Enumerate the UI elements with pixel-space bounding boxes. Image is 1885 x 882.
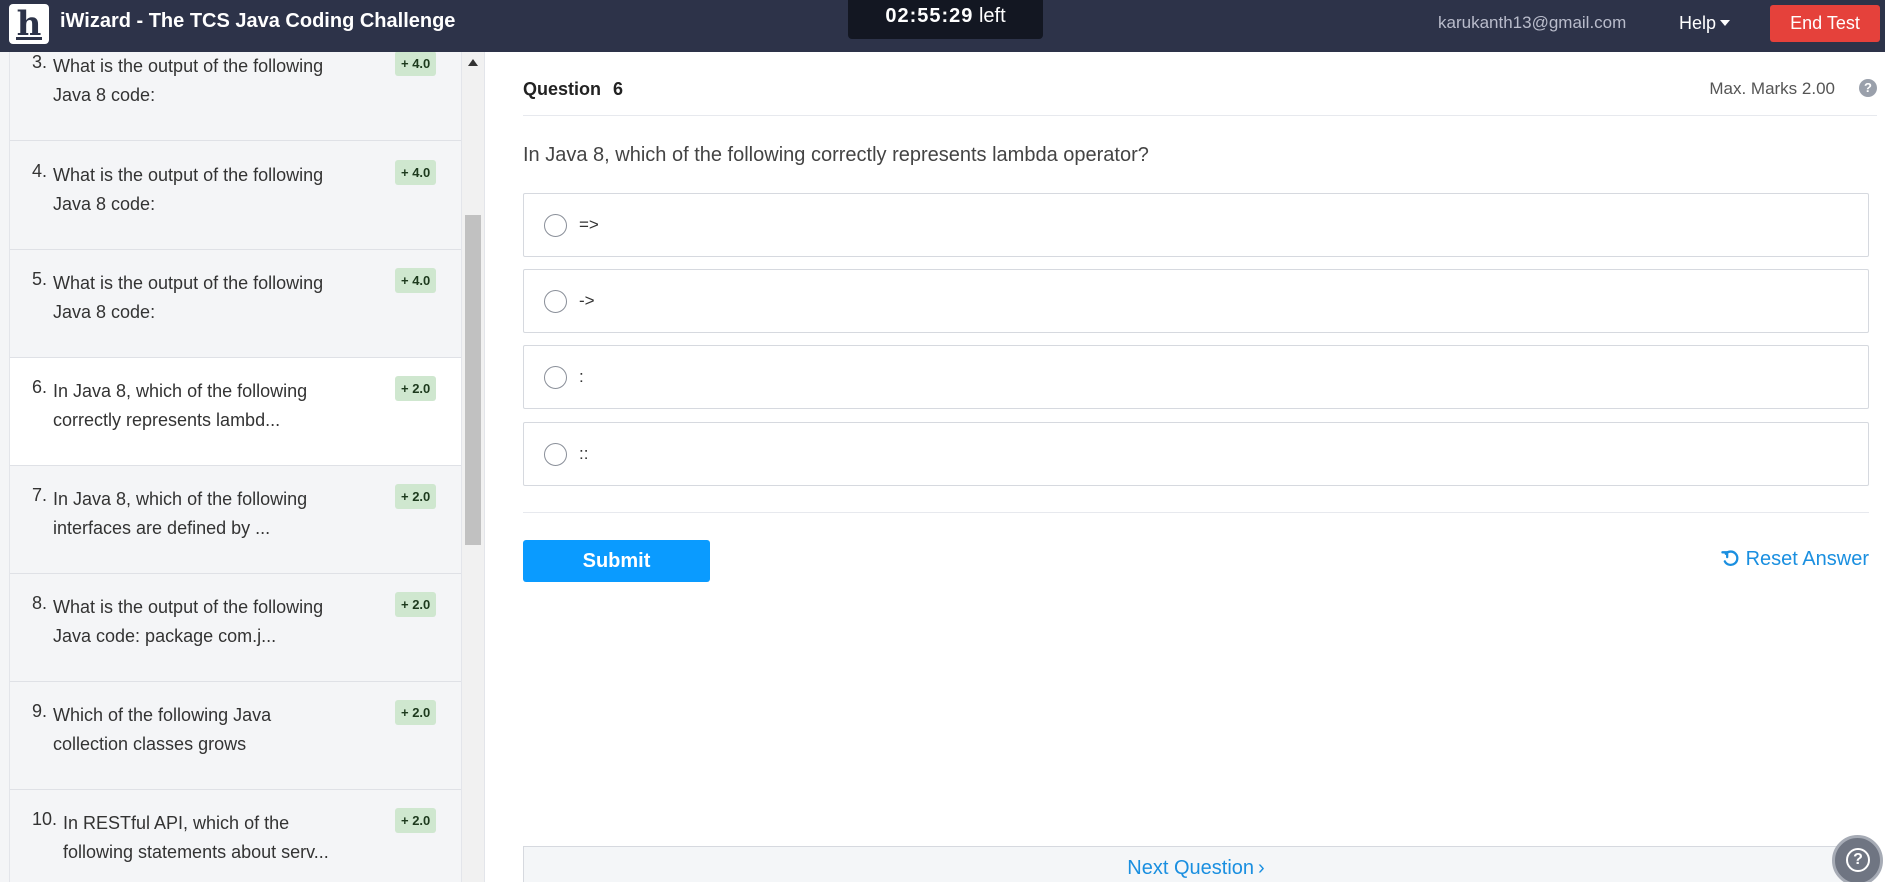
question-number: 9. [32, 701, 48, 721]
question-preview: What is the output of the following Java… [53, 597, 324, 646]
question-number: 4. [32, 161, 48, 181]
next-question-button[interactable]: Next Question › [523, 846, 1869, 882]
question-label-text: Question [523, 79, 602, 99]
question-item-7[interactable]: 7. In Java 8, which of the following int… [10, 466, 461, 574]
timer-suffix: left [978, 5, 1006, 27]
option-text: -> [579, 291, 595, 310]
top-header: h iWizard - The TCS Java Coding Challeng… [0, 0, 1885, 52]
question-statement: In Java 8, which of the following correc… [523, 144, 1149, 166]
question-number: 3. [32, 52, 48, 72]
answer-option-3[interactable]: : [523, 345, 1869, 409]
question-label: Question 6 [523, 79, 623, 100]
option-text: :: [579, 444, 589, 463]
answer-option-4[interactable]: :: [523, 422, 1869, 486]
help-label: Help [1679, 13, 1717, 33]
question-item-4[interactable]: 4. What is the output of the following J… [10, 142, 461, 250]
option-text: => [579, 215, 599, 234]
marks-badge: + 2.0 [395, 808, 437, 833]
help-menu[interactable]: Help [1679, 13, 1731, 34]
option-text: : [579, 367, 584, 386]
sidebar-scrollbar[interactable] [461, 52, 484, 882]
question-preview: In RESTful API, which of the following s… [63, 813, 329, 862]
undo-icon [1720, 550, 1739, 566]
help-chat-icon: ? [1846, 848, 1870, 872]
marks-badge: + 2.0 [395, 376, 437, 401]
question-number: 6 [613, 79, 624, 99]
question-number: 5. [32, 269, 48, 289]
help-chat-button[interactable]: ? [1832, 835, 1883, 882]
question-number: 10. [32, 809, 58, 829]
submit-button[interactable]: Submit [523, 540, 710, 582]
user-email: karukanth13@gmail.com [1438, 13, 1627, 32]
countdown-timer: 02:55:29 left [848, 0, 1043, 39]
next-question-label: Next Question [1127, 857, 1255, 879]
chevron-down-icon [1720, 20, 1731, 26]
question-item-10[interactable]: 10. In RESTful API, which of the followi… [10, 790, 461, 882]
question-header: Question 6 Max. Marks 2.00 ? [523, 52, 1877, 116]
marks-badge: + 2.0 [395, 700, 437, 725]
question-preview: Which of the following Java collection c… [53, 705, 272, 754]
radio-button[interactable] [544, 443, 567, 466]
reset-answer-button[interactable]: Reset Answer [1720, 548, 1869, 571]
chevron-right-icon: › [1258, 857, 1265, 879]
answer-option-1[interactable]: => [523, 193, 1869, 257]
question-preview: In Java 8, which of the following interf… [53, 489, 308, 538]
question-item-9[interactable]: 9. Which of the following Java collectio… [10, 682, 461, 790]
marks-badge: + 2.0 [395, 484, 437, 509]
question-list[interactable]: 3. What is the output of the following J… [10, 52, 461, 882]
question-preview: What is the output of the following Java… [53, 56, 324, 105]
max-marks: Max. Marks 2.00 [1709, 79, 1835, 98]
question-preview: In Java 8, which of the following correc… [53, 381, 308, 430]
marks-badge: + 2.0 [395, 592, 437, 617]
help-circle-icon[interactable]: ? [1859, 79, 1877, 97]
question-item-8[interactable]: 8. What is the output of the following J… [10, 574, 461, 682]
divider [523, 512, 1869, 513]
marks-badge: + 4.0 [395, 52, 437, 76]
app-title: iWizard - The TCS Java Coding Challenge [60, 10, 456, 32]
question-item-5[interactable]: 5. What is the output of the following J… [10, 250, 461, 358]
sidebar-edge [0, 52, 10, 882]
marks-badge: + 4.0 [395, 268, 437, 293]
marks-badge: + 4.0 [395, 160, 437, 185]
answer-option-2[interactable]: -> [523, 269, 1869, 333]
question-sidebar: 3. What is the output of the following J… [0, 52, 484, 882]
question-number: 7. [32, 485, 48, 505]
question-number: 8. [32, 593, 48, 613]
logo-underline [16, 37, 42, 40]
reset-answer-label: Reset Answer [1745, 548, 1869, 570]
radio-button[interactable] [544, 290, 567, 313]
timer-value: 02:55:29 [885, 5, 974, 27]
radio-button[interactable] [544, 366, 567, 389]
question-preview: What is the output of the following Java… [53, 273, 324, 322]
radio-button[interactable] [544, 214, 567, 237]
scrollbar-thumb[interactable] [465, 215, 481, 545]
scroll-up-arrow-icon[interactable] [468, 59, 478, 66]
logo[interactable]: h [9, 4, 49, 44]
question-preview: What is the output of the following Java… [53, 165, 324, 214]
end-test-button[interactable]: End Test [1770, 5, 1880, 42]
question-item-3[interactable]: 3. What is the output of the following J… [10, 52, 461, 141]
question-number: 6. [32, 377, 48, 397]
question-item-6[interactable]: 6. In Java 8, which of the following cor… [10, 358, 461, 466]
question-panel: Question 6 Max. Marks 2.00 ? In Java 8, w… [484, 52, 1885, 882]
